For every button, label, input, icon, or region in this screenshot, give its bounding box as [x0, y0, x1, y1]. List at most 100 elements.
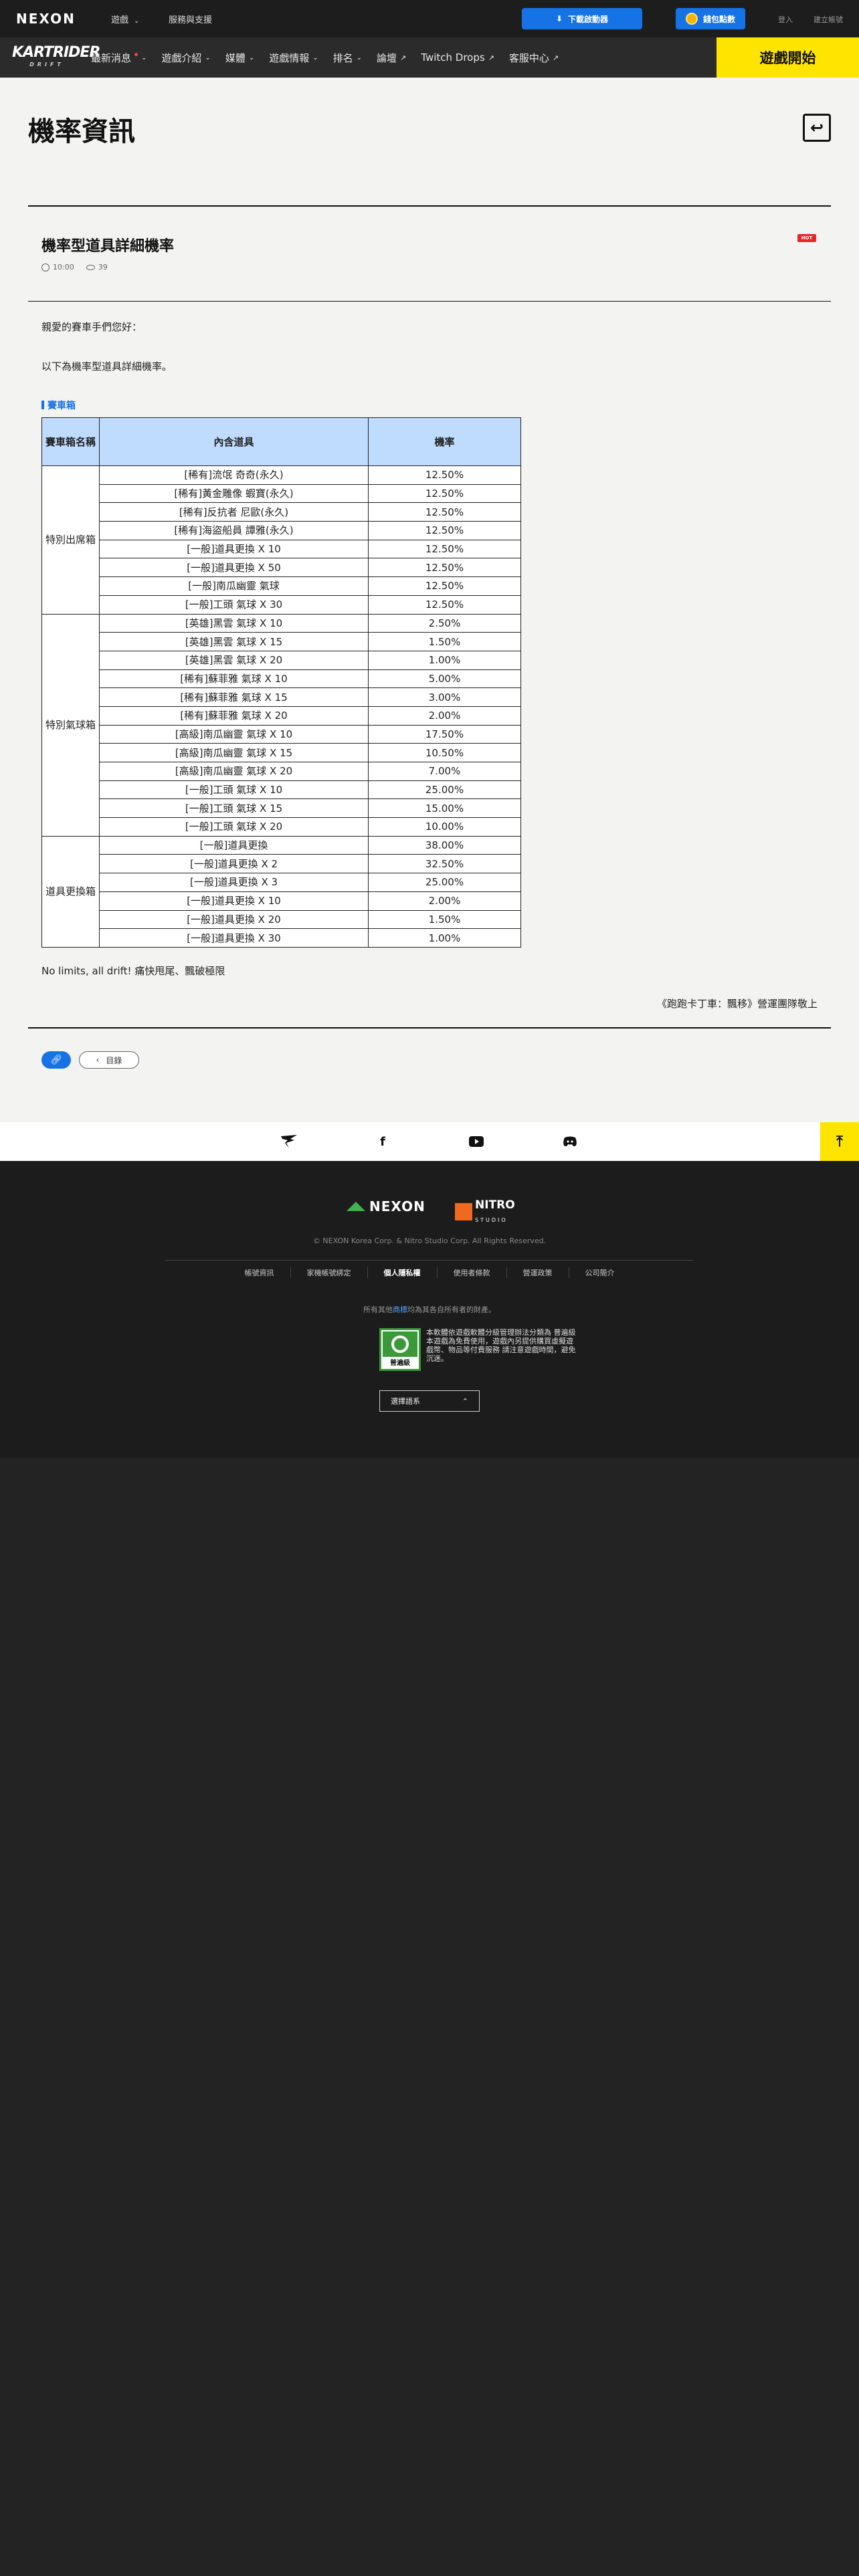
trademark-post: 均為其各自所有者的財產。 — [407, 1305, 496, 1314]
table-row: [一般]工頭 氣球 X 15 15.00% — [42, 798, 521, 819]
footer-nexon-text: NEXON — [369, 1198, 425, 1214]
divider — [28, 205, 831, 207]
table-row: [稀有]海盜船員 譚雅(永久) 12.50% — [42, 521, 521, 540]
login-link[interactable]: 登入 — [778, 14, 793, 25]
table-row: [稀有]蘇菲雅 氣球 X 10 5.00% — [42, 669, 521, 689]
language-select[interactable]: 選擇語系 ⌃ — [379, 1390, 480, 1412]
kartrider-logo[interactable]: KARTRIDER DRIFT — [12, 44, 100, 71]
item-cell: [一般]道具更換 X 30 — [99, 928, 369, 948]
footer-nexon-logo[interactable]: NEXON — [347, 1198, 425, 1214]
item-cell: [稀有]海盜船員 譚雅(永久) — [99, 521, 369, 540]
wallet-points-button[interactable]: 錢包點數 — [676, 8, 745, 29]
probability-cell: 12.50% — [368, 484, 521, 504]
kartrider-logo-sub: DRIFT — [29, 62, 64, 68]
footer-link-policy[interactable]: 營運政策 — [507, 1267, 569, 1278]
item-cell: [一般]道具更換 X 3 — [99, 873, 369, 892]
nitro-wordmark: NITRO STUDIO — [475, 1198, 515, 1225]
scroll-to-top-button[interactable]: ⤒ — [820, 1122, 859, 1161]
table-row: [一般]道具更換 X 10 12.50% — [42, 539, 521, 559]
nav-item-ranking[interactable]: 排名 ⌄ — [333, 51, 362, 65]
arrow-up-icon: ⤒ — [836, 1133, 843, 1150]
table-row: [一般]工頭 氣球 X 20 10.00% — [42, 817, 521, 837]
trademark-link[interactable]: 商標 — [393, 1305, 407, 1314]
divider — [28, 301, 831, 302]
footer-link-company[interactable]: 公司簡介 — [569, 1267, 631, 1278]
footer-link-account[interactable]: 帳號資訊 — [229, 1267, 291, 1278]
item-cell: [一般]工頭 氣球 X 15 — [99, 798, 369, 819]
table-row: [一般]道具更換 X 2 32.50% — [42, 854, 521, 874]
list-button[interactable]: ‹ 目錄 — [79, 1051, 139, 1069]
signup-link[interactable]: 建立帳號 — [814, 14, 843, 25]
download-launcher-button[interactable]: ⬇ 下載啟動器 — [522, 8, 642, 29]
facebook-icon[interactable]: f — [371, 1130, 394, 1153]
box-name-cell: 特別氣球箱 — [41, 613, 100, 837]
kartrider-logo-icon[interactable] — [278, 1130, 300, 1153]
item-cell: [英雄]黑雲 氣球 X 10 — [99, 613, 369, 633]
section-label: 賽車箱 — [41, 399, 76, 412]
item-cell: [稀有]黃金雕像 蝦寶(永久) — [99, 484, 369, 504]
footer-link-terms[interactable]: 使用者條款 — [438, 1267, 507, 1278]
table-row: [一般]道具更換 X 10 2.00% — [42, 891, 521, 911]
game-menu[interactable]: 遊戲 ⌄ — [111, 13, 139, 25]
chevron-down-icon: ⌄ — [141, 53, 147, 62]
chevron-down-icon: ⌄ — [205, 53, 211, 62]
table-row: [一般]工頭 氣球 X 10 25.00% — [42, 780, 521, 800]
nav-item-label: 排名 — [332, 51, 353, 64]
item-cell: [英雄]黑雲 氣球 X 15 — [99, 632, 369, 651]
probability-cell: 38.00% — [368, 835, 521, 855]
probability-cell: 5.00% — [368, 669, 521, 689]
nexon-logo[interactable]: NEXON — [16, 11, 76, 27]
support-link[interactable]: 服務與支援 — [169, 13, 212, 25]
chevron-down-icon: ⌄ — [248, 53, 255, 62]
table-row: [稀有]蘇菲雅 氣球 X 15 3.00% — [42, 687, 521, 707]
greeting-text: 親愛的賽車手們您好： — [41, 321, 142, 333]
table-row: [稀有]反抗者 尼歐(永久) 12.50% — [42, 502, 521, 522]
divider — [28, 1027, 831, 1029]
nav-item-news[interactable]: 最新消息 ⌄ — [91, 51, 147, 65]
chevron-down-icon: ⌄ — [134, 17, 140, 25]
nav-item-forum[interactable]: 論壇 ↗ — [377, 51, 406, 65]
nav-item-twitch-drops[interactable]: Twitch Drops ↗ — [421, 51, 494, 64]
footer-link-console-binding[interactable]: 家機帳號綁定 — [291, 1267, 368, 1278]
new-dot-icon — [134, 52, 138, 56]
chevron-down-icon: ⌄ — [356, 53, 363, 62]
nav-item-game-intro[interactable]: 遊戲介紹 ⌄ — [161, 51, 210, 65]
footer-link-privacy[interactable]: 個人隱私權 — [368, 1267, 438, 1278]
item-cell: [稀有]蘇菲雅 氣球 X 10 — [99, 669, 369, 689]
table-row: 特別氣球箱 [英雄]黑雲 氣球 X 10 2.50% — [41, 613, 521, 837]
language-label: 選擇語系 — [391, 1397, 420, 1406]
probability-cell: 1.00% — [368, 650, 521, 670]
copy-link-button[interactable]: 🔗︎ — [41, 1051, 71, 1069]
external-link-icon: ↗ — [552, 53, 559, 62]
discord-icon[interactable] — [559, 1130, 581, 1153]
nav-item-game-info[interactable]: 遊戲情報 ⌄ — [269, 51, 318, 65]
signature-text: 《跑跑卡丁車：飄移》營運團隊敬上 — [656, 998, 818, 1010]
back-button[interactable]: ↩ — [803, 114, 831, 142]
nav-item-support[interactable]: 客服中心 ↗ — [509, 51, 559, 65]
item-cell: [一般]工頭 氣球 X 10 — [99, 780, 369, 800]
views-text: 39 — [98, 263, 108, 272]
game-start-button[interactable]: 遊戲開始 — [717, 37, 859, 78]
probability-cell: 1.50% — [368, 909, 521, 930]
table-row: [英雄]黑雲 氣球 X 20 1.00% — [42, 650, 521, 670]
table-row: 特別出席箱 [稀有]流氓 奇奇(永久) 12.50% — [41, 465, 521, 615]
closing-text: No limits, all drift! 痛快甩尾、飄破極限 — [41, 965, 225, 977]
item-cell: [一般]道具更換 X 50 — [99, 558, 369, 578]
nav-item-label: Twitch Drops — [421, 51, 485, 64]
youtube-icon[interactable] — [465, 1130, 488, 1153]
footer-nitro-logo[interactable]: NITRO STUDIO — [455, 1198, 515, 1225]
intro-text: 以下為機率型道具詳細機率。 — [41, 360, 173, 372]
article-time: 10:00 — [41, 263, 74, 272]
table-row: [高級]南瓜幽靈 氣球 X 10 17.50% — [42, 724, 521, 744]
chevron-left-icon: ‹ — [96, 1055, 100, 1065]
probability-cell: 12.50% — [368, 539, 521, 559]
nav-item-media[interactable]: 媒體 ⌄ — [225, 51, 254, 65]
nexon-triangle-icon — [347, 1202, 365, 1211]
item-cell: [高級]南瓜幽靈 氣球 X 15 — [99, 743, 369, 762]
item-cell: [一般]工頭 氣球 X 30 — [99, 595, 369, 615]
probability-cell: 17.50% — [368, 724, 521, 744]
coin-icon — [685, 13, 698, 25]
table-body: 特別出席箱 [稀有]流氓 奇奇(永久) 12.50% [稀有]黃金雕像 蝦寶(永久) 1… — [41, 465, 521, 948]
item-cell: [英雄]黑雲 氣球 X 20 — [99, 650, 369, 670]
page-title: 機率資訊 — [28, 116, 135, 147]
